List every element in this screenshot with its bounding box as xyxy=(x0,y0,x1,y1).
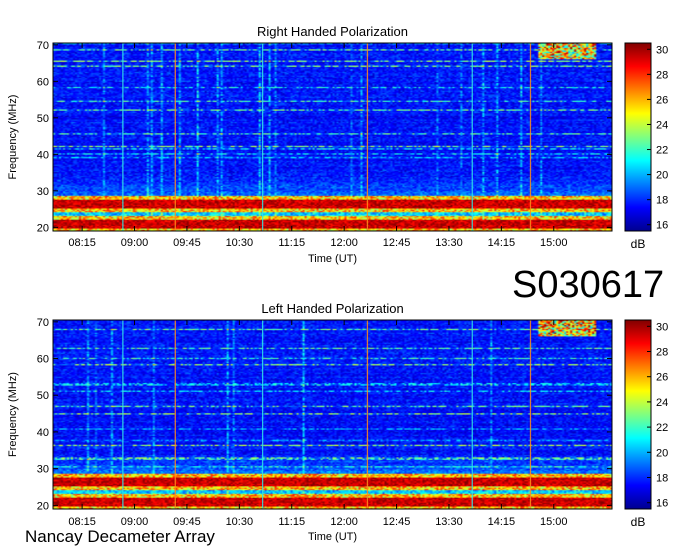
x-tick-label: 13:30 xyxy=(435,237,463,249)
panel-title: Left Handed Polarization xyxy=(261,301,403,316)
y-tick-label: 40 xyxy=(37,149,49,161)
colorbar-tick-label: 20 xyxy=(656,170,668,182)
y-tick-label: 20 xyxy=(37,500,49,512)
instrument-name: Nancay Decameter Array xyxy=(25,527,215,546)
panel-title: Right Handed Polarization xyxy=(257,24,408,39)
panel-lhp: Left Handed Polarization 20 30 40 50 60 70 Freq… xyxy=(7,301,668,543)
y-tick-label: 50 xyxy=(37,390,49,402)
x-tick-label: 10:30 xyxy=(226,516,254,528)
x-tick-label: 10:30 xyxy=(226,237,254,249)
y-tick-label: 50 xyxy=(37,113,49,125)
colorbar-tick-label: 24 xyxy=(656,119,668,131)
spectrogram-image xyxy=(53,320,612,509)
y-axis-label: Frequency (MHz) xyxy=(7,372,19,457)
x-axis-label: Time (UT) xyxy=(308,253,357,265)
x-tick-label: 09:00 xyxy=(121,237,149,249)
colorbar-tick-label: 22 xyxy=(656,422,668,434)
panel-rhp: Right Handed Polarization 20 30 40 50 60 70 Fre… xyxy=(7,24,668,265)
x-tick-label: 12:00 xyxy=(330,516,358,528)
observation-id: S030617 xyxy=(512,264,665,306)
colorbar-tick-label: 22 xyxy=(656,145,668,157)
y-tick-label: 70 xyxy=(37,40,49,52)
colorbar-tick-label: 26 xyxy=(656,94,668,106)
x-tick-label: 11:15 xyxy=(278,516,305,528)
y-tick-label: 30 xyxy=(37,464,49,476)
y-tick-label: 40 xyxy=(37,427,49,439)
colorbar-tick-label: 20 xyxy=(656,447,668,459)
colorbar-tick-label: 26 xyxy=(656,372,668,384)
spectrogram-image xyxy=(53,43,612,231)
x-tick-label: 12:45 xyxy=(383,237,411,249)
y-tick-label: 60 xyxy=(37,76,49,88)
colorbar xyxy=(624,42,652,232)
x-tick-label: 15:00 xyxy=(540,237,568,249)
x-tick-label: 15:00 xyxy=(540,516,568,528)
colorbar-tick-label: 18 xyxy=(656,195,668,207)
y-tick-label: 30 xyxy=(37,186,49,198)
x-tick-label: 12:45 xyxy=(383,516,411,528)
colorbar-tick-label: 16 xyxy=(656,220,668,232)
x-tick-label: 14:15 xyxy=(488,237,516,249)
x-tick-label: 11:15 xyxy=(278,237,305,249)
colorbar-tick-label: 18 xyxy=(656,473,668,485)
colorbar-label: dB xyxy=(631,515,646,529)
x-tick-label: 13:30 xyxy=(435,516,463,528)
y-tick-label: 60 xyxy=(37,354,49,366)
x-tick-label: 12:00 xyxy=(330,237,358,249)
y-tick-label: 20 xyxy=(37,222,49,234)
colorbar-tick-label: 28 xyxy=(656,69,668,81)
colorbar-tick-label: 30 xyxy=(656,44,668,56)
colorbar xyxy=(624,319,652,510)
colorbar-tick-label: 30 xyxy=(656,321,668,333)
colorbar-tick-label: 24 xyxy=(656,397,668,409)
colorbar-tick-label: 28 xyxy=(656,347,668,359)
colorbar-tick-label: 16 xyxy=(656,498,668,510)
colorbar-label: dB xyxy=(631,237,646,251)
x-axis-label: Time (UT) xyxy=(308,531,357,543)
x-tick-label: 08:15 xyxy=(68,237,96,249)
x-tick-label: 09:45 xyxy=(173,237,201,249)
y-tick-label: 70 xyxy=(37,317,49,329)
y-axis-label: Frequency (MHz) xyxy=(7,95,19,180)
x-tick-label: 14:15 xyxy=(488,516,516,528)
